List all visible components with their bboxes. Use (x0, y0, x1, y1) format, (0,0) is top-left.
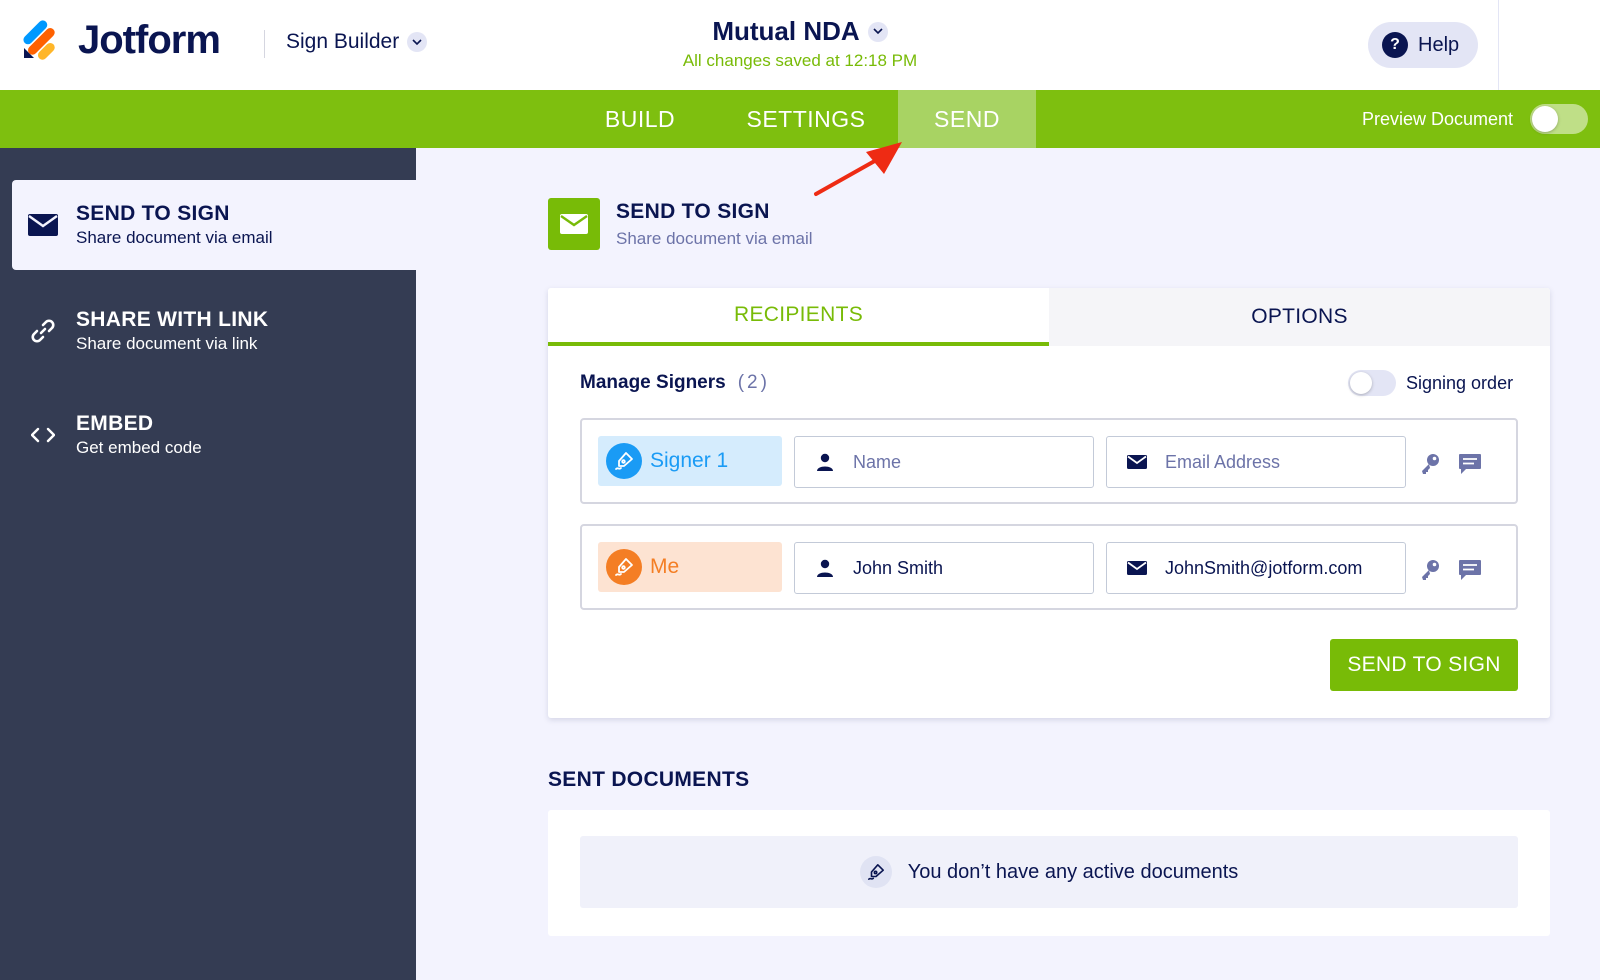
email-value: JohnSmith@jotform.com (1165, 557, 1363, 578)
signer-row: Signer 1 Name Email Address (580, 418, 1518, 504)
sidebar-item-subtitle: Share document via link (76, 333, 258, 353)
name-placeholder: Name (853, 451, 902, 472)
pen-nib-icon (606, 549, 642, 585)
signer-badge[interactable]: Signer 1 (598, 436, 782, 486)
question-icon: ? (1382, 32, 1408, 58)
envelope-icon (548, 198, 600, 250)
recipients-card: RECIPIENTS OPTIONS Manage Signers (2) Sig… (548, 288, 1550, 718)
signer-count: (2) (737, 372, 770, 393)
name-value: John Smith (853, 557, 944, 578)
card-tabs: RECIPIENTS OPTIONS (548, 288, 1550, 346)
section-title: SEND TO SIGN (616, 199, 770, 223)
signer-row: Me John Smith JohnSmith@jotform.com (580, 524, 1518, 610)
app-header: Jotform Sign Builder Mutual NDA All chan… (0, 0, 1600, 90)
brand-name: Jotform (78, 18, 221, 62)
link-icon (28, 316, 58, 346)
document-title-text: Mutual NDA (712, 16, 860, 46)
tab-options-label: OPTIONS (1251, 305, 1348, 328)
chevron-down-icon[interactable] (867, 21, 888, 42)
help-label: Help (1418, 33, 1460, 56)
preview-document-toggle[interactable] (1530, 104, 1588, 134)
red-arrow-annotation (814, 142, 902, 196)
tab-settings-label: SETTINGS (746, 105, 866, 132)
sent-documents-title: SENT DOCUMENTS (548, 768, 750, 791)
toggle-knob (1532, 106, 1558, 132)
document-title-area: Mutual NDA All changes saved at 12:18 PM (640, 16, 960, 71)
pen-nib-icon (606, 443, 642, 479)
main-nav: BUILD SETTINGS SEND Preview Document (0, 90, 1600, 148)
jotform-logo[interactable]: Jotform (22, 18, 221, 62)
save-status: All changes saved at 12:18 PM (682, 51, 918, 70)
tab-build[interactable]: BUILD (590, 90, 690, 148)
envelope-icon (1127, 558, 1147, 578)
code-icon (28, 420, 58, 450)
help-button[interactable]: ? Help (1368, 22, 1478, 68)
builder-selector[interactable]: Sign Builder (286, 30, 428, 54)
section-header: SEND TO SIGN Share document via email (548, 198, 813, 250)
toggle-knob (1350, 372, 1372, 394)
name-field[interactable]: John Smith (794, 542, 1094, 594)
section-subtitle: Share document via email (616, 228, 813, 248)
empty-state-message: You don’t have any active documents (907, 860, 1239, 883)
sidebar-item-title: EMBED (76, 411, 154, 435)
send-sidebar: SEND TO SIGN Share document via email SH… (0, 148, 416, 980)
tab-send-label: SEND (934, 105, 1000, 132)
jotform-logo-icon (22, 20, 62, 60)
sidebar-item-share-with-link[interactable]: SHARE WITH LINK Share document via link (12, 286, 416, 376)
signer-badge-label: Me (650, 555, 680, 578)
signer-badge-label: Signer 1 (650, 449, 729, 472)
send-to-sign-button[interactable]: SEND TO SIGN (1330, 639, 1518, 691)
signer-badge[interactable]: Me (598, 542, 782, 592)
key-icon[interactable] (1418, 558, 1442, 582)
envelope-icon (1127, 452, 1147, 472)
signing-order-toggle[interactable] (1348, 370, 1396, 396)
sent-documents-card: You don’t have any active documents (548, 810, 1550, 936)
tab-recipients[interactable]: RECIPIENTS (548, 288, 1049, 346)
envelope-icon (28, 210, 58, 240)
name-field[interactable]: Name (794, 436, 1094, 488)
key-icon[interactable] (1418, 452, 1442, 476)
sidebar-item-title: SEND TO SIGN (76, 201, 230, 225)
email-field[interactable]: Email Address (1106, 436, 1406, 488)
sidebar-item-subtitle: Get embed code (76, 437, 202, 457)
manage-signers-text: Manage Signers (580, 372, 726, 393)
user-icon (815, 558, 835, 578)
preview-document-label: Preview Document (1362, 109, 1514, 129)
pen-nib-icon (859, 856, 892, 888)
builder-label: Sign Builder (286, 30, 400, 53)
tab-build-label: BUILD (604, 105, 676, 132)
document-title[interactable]: Mutual NDA (712, 16, 888, 47)
message-icon[interactable] (1458, 558, 1482, 582)
sidebar-item-subtitle: Share document via email (76, 227, 273, 247)
email-field[interactable]: JohnSmith@jotform.com (1106, 542, 1406, 594)
tab-options[interactable]: OPTIONS (1049, 288, 1550, 346)
user-icon (815, 452, 835, 472)
manage-signers-label: Manage Signers (2) (580, 372, 770, 394)
chevron-down-icon (407, 32, 428, 52)
message-icon[interactable] (1458, 452, 1482, 476)
empty-state: You don’t have any active documents (580, 836, 1518, 908)
header-right-divider (1498, 0, 1499, 90)
sidebar-item-send-to-sign[interactable]: SEND TO SIGN Share document via email (12, 180, 416, 270)
header-divider (264, 30, 265, 58)
sidebar-item-embed[interactable]: EMBED Get embed code (12, 390, 416, 480)
sidebar-item-title: SHARE WITH LINK (76, 307, 269, 331)
tab-recipients-label: RECIPIENTS (733, 303, 864, 326)
email-placeholder: Email Address (1165, 451, 1281, 472)
signing-order-label: Signing order (1406, 373, 1514, 393)
